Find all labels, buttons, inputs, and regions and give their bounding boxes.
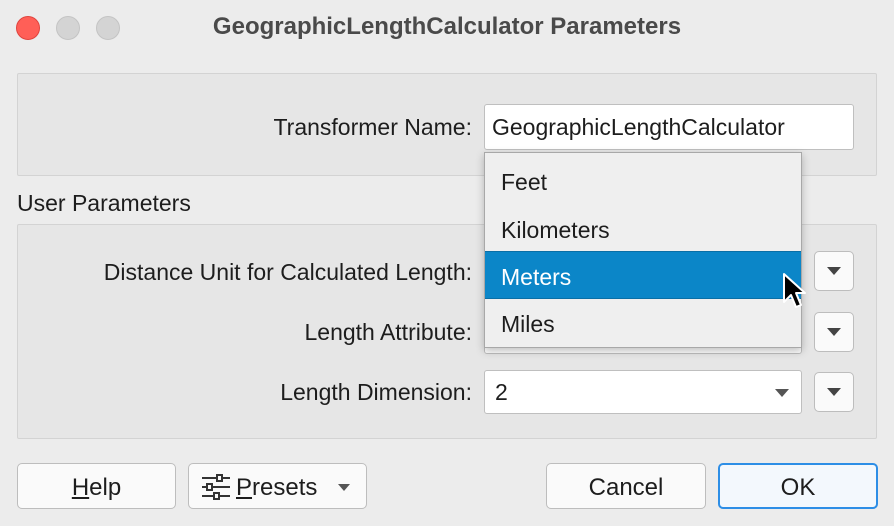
title-bar: GeographicLengthCalculator Parameters [0,0,894,56]
dropdown-option-feet[interactable]: Feet [485,157,801,205]
cancel-button[interactable]: Cancel [546,463,706,509]
dropdown-option-kilometers[interactable]: Kilometers [485,205,801,253]
chevron-down-icon [338,484,350,491]
length-dimension-value: 2 [495,379,508,405]
chevron-down-icon [827,267,841,275]
ok-button-label: OK [780,474,816,501]
window-title: GeographicLengthCalculator Parameters [212,13,682,40]
presets-button-label: Presets [236,474,318,501]
length-dimension-select[interactable]: 2 [484,370,802,414]
cancel-button-label: Cancel [588,474,664,501]
presets-button[interactable]: Presets [188,463,367,509]
distance-unit-options-button[interactable] [814,251,854,291]
dropdown-option-miles[interactable]: Miles [485,299,801,347]
chevron-down-icon [827,388,841,396]
user-parameters-title: User Parameters [17,190,191,216]
length-dimension-options-button[interactable] [814,372,854,412]
transformer-name-label: Transformer Name: [273,114,472,140]
chevron-down-icon [775,389,789,397]
length-dimension-label: Length Dimension: [280,379,472,405]
mouse-pointer-icon [783,273,806,308]
sliders-icon [202,474,230,500]
distance-unit-label: Distance Unit for Calculated Length: [103,259,472,285]
length-attribute-options-button[interactable] [814,312,854,352]
transformer-name-input[interactable]: GeographicLengthCalculator [484,104,854,150]
dropdown-option-meters[interactable]: Meters [485,251,801,299]
chevron-down-icon [827,328,841,336]
distance-unit-dropdown-list: Feet Kilometers Meters Miles [484,152,802,348]
ok-button[interactable]: OK [718,463,878,509]
length-attribute-label: Length Attribute: [304,319,472,345]
help-button[interactable]: Help [17,463,176,509]
help-button-label: Help [71,474,122,501]
